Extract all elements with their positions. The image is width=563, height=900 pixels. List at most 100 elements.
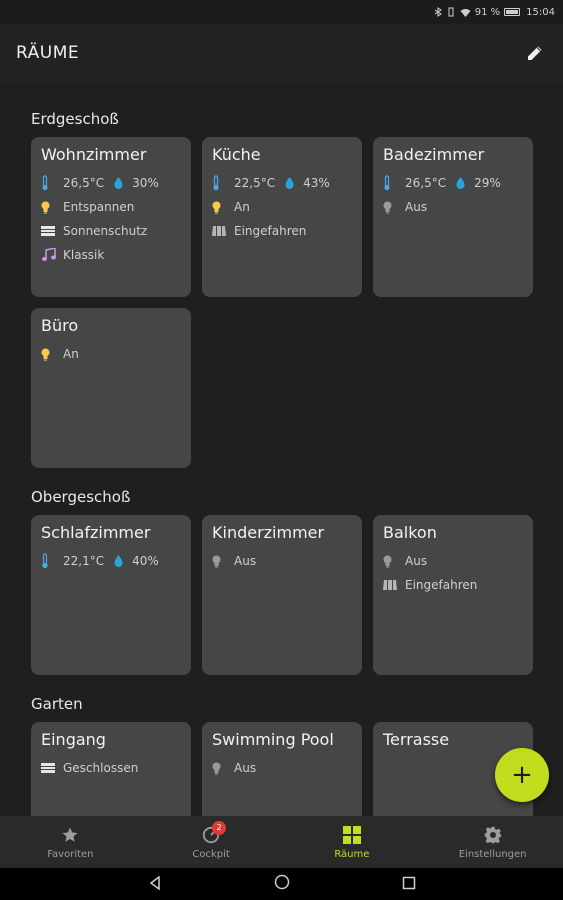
- humidity-drop-icon: [114, 555, 132, 567]
- room-name: Terrasse: [383, 730, 450, 749]
- light-bulb-off-icon: [383, 201, 405, 214]
- shade-row: Eingefahren: [212, 219, 352, 243]
- nav-label: Einstellungen: [458, 848, 527, 860]
- room-card-wohnzimmer[interactable]: Wohnzimmer 26,5°C 30% Entspannen Sonnens…: [31, 137, 191, 297]
- awning-icon: [383, 580, 405, 590]
- nav-tab-cockpit[interactable]: 2 Cockpit: [141, 816, 282, 868]
- nav-tab-raeume[interactable]: Räume: [282, 816, 423, 868]
- light-row: Aus: [383, 195, 523, 219]
- bottom-navigation: Favoriten 2 Cockpit Räume Einstellungen: [0, 816, 563, 868]
- shade-value: Eingefahren: [234, 224, 307, 238]
- room-name: Schlafzimmer: [41, 523, 151, 542]
- battery-icon: [504, 8, 521, 16]
- room-name: Küche: [212, 145, 261, 164]
- plus-icon: +: [511, 760, 533, 790]
- back-icon[interactable]: [148, 875, 162, 894]
- light-row: Aus: [212, 756, 352, 780]
- room-name: Eingang: [41, 730, 106, 749]
- light-row: An: [212, 195, 352, 219]
- nav-label: Räume: [334, 848, 370, 860]
- battery-text: 91 %: [474, 6, 501, 18]
- thermometer-icon: [41, 175, 63, 191]
- nav-label: Cockpit: [192, 848, 230, 860]
- section-title-erdgeschoss: Erdgeschoß: [31, 110, 119, 128]
- light-row: Aus: [383, 549, 523, 573]
- humidity-drop-icon: [285, 177, 303, 189]
- add-room-button[interactable]: +: [495, 748, 549, 802]
- awning-icon: [212, 226, 234, 236]
- light-row: Aus: [212, 549, 352, 573]
- bluetooth-icon: [434, 7, 442, 17]
- app-bar: RÄUME: [0, 24, 563, 82]
- climate-row: 22,1°C 40%: [41, 549, 181, 573]
- music-note-icon: [41, 248, 63, 262]
- room-card-kueche[interactable]: Küche 22,5°C 43% An Eingefahren: [202, 137, 362, 297]
- edit-button[interactable]: [523, 41, 547, 65]
- music-row: Klassik: [41, 243, 181, 267]
- home-icon[interactable]: [274, 874, 290, 894]
- shade-row: Sonnenschutz: [41, 219, 181, 243]
- thermometer-icon: [41, 553, 63, 569]
- light-scene-value: Entspannen: [63, 200, 135, 214]
- climate-row: 22,5°C 43%: [212, 171, 352, 195]
- light-bulb-off-icon: [383, 555, 405, 568]
- room-card-kinderzimmer[interactable]: Kinderzimmer Aus: [202, 515, 362, 675]
- humidity-drop-icon: [114, 177, 132, 189]
- climate-row: 26,5°C 29%: [383, 171, 523, 195]
- gear-icon: [484, 825, 502, 845]
- room-card-balkon[interactable]: Balkon Aus Eingefahren: [373, 515, 533, 675]
- room-name: Wohnzimmer: [41, 145, 147, 164]
- room-name: Kinderzimmer: [212, 523, 325, 542]
- star-icon: [61, 825, 79, 845]
- light-bulb-on-icon: [41, 201, 63, 214]
- shade-row: Eingefahren: [383, 573, 523, 597]
- nav-tab-favoriten[interactable]: Favoriten: [0, 816, 141, 868]
- vibrate-icon: [448, 7, 454, 17]
- room-name: Badezimmer: [383, 145, 485, 164]
- light-value: Aus: [405, 554, 428, 568]
- blinds-icon: [41, 763, 63, 773]
- temperature-value: 26,5°C: [405, 176, 447, 190]
- shade-row: Geschlossen: [41, 756, 181, 780]
- thermometer-icon: [212, 175, 234, 191]
- shade-value: Sonnenschutz: [63, 224, 148, 238]
- light-value: An: [234, 200, 250, 214]
- rooms-list: Erdgeschoß Wohnzimmer 26,5°C 30% Entspan…: [0, 82, 563, 816]
- room-card-buero[interactable]: Büro An: [31, 308, 191, 468]
- room-name: Büro: [41, 316, 79, 335]
- light-value: Aus: [234, 761, 257, 775]
- pencil-icon: [528, 46, 542, 60]
- light-bulb-off-icon: [212, 555, 234, 568]
- clock: 15:04: [526, 6, 555, 18]
- status-bar: 91 % 15:04: [0, 0, 563, 24]
- music-value: Klassik: [63, 248, 105, 262]
- room-card-eingang[interactable]: Eingang Geschlossen: [31, 722, 191, 816]
- temperature-value: 22,5°C: [234, 176, 276, 190]
- wifi-icon: [460, 8, 471, 17]
- nav-label: Favoriten: [47, 848, 94, 860]
- gauge-icon: 2: [202, 820, 227, 845]
- system-navigation-bar: [0, 868, 563, 900]
- temperature-value: 22,1°C: [63, 554, 105, 568]
- light-row: Entspannen: [41, 195, 181, 219]
- room-card-swimming-pool[interactable]: Swimming Pool Aus: [202, 722, 362, 816]
- light-value: Aus: [234, 554, 257, 568]
- recents-icon[interactable]: [402, 875, 416, 894]
- temperature-value: 26,5°C: [63, 176, 105, 190]
- room-name: Swimming Pool: [212, 730, 334, 749]
- blinds-icon: [41, 226, 63, 236]
- humidity-value: 40%: [132, 554, 159, 568]
- thermometer-icon: [383, 175, 405, 191]
- room-card-schlafzimmer[interactable]: Schlafzimmer 22,1°C 40%: [31, 515, 191, 675]
- grid-icon: [342, 825, 361, 845]
- shade-value: Geschlossen: [63, 761, 139, 775]
- light-row: An: [41, 342, 181, 366]
- climate-row: 26,5°C 30%: [41, 171, 181, 195]
- section-title-obergeschoss: Obergeschoß: [31, 488, 131, 506]
- nav-tab-einstellungen[interactable]: Einstellungen: [422, 816, 563, 868]
- notification-badge: 2: [212, 820, 227, 835]
- shade-value: Eingefahren: [405, 578, 478, 592]
- light-bulb-off-icon: [212, 762, 234, 775]
- room-card-badezimmer[interactable]: Badezimmer 26,5°C 29% Aus: [373, 137, 533, 297]
- humidity-drop-icon: [456, 177, 474, 189]
